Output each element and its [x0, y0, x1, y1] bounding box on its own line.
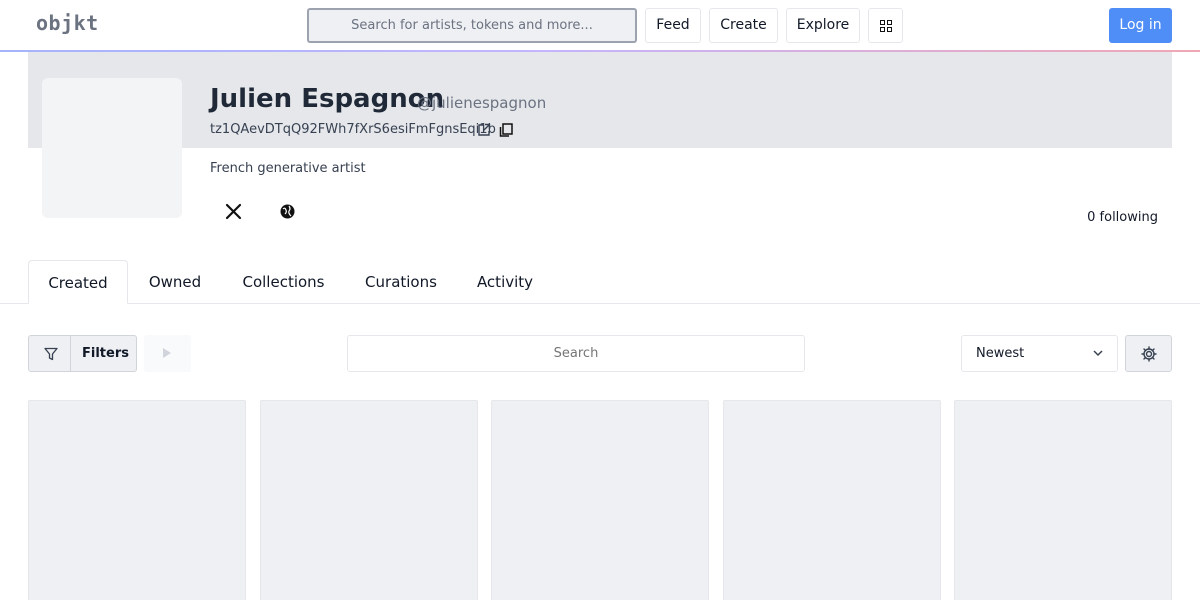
- token-card[interactable]: [491, 400, 709, 600]
- copy-icon[interactable]: [499, 123, 513, 137]
- wallet-address: tz1QAevDTqQ92FWh7fXrS6esiFmFgnsEqi1b: [210, 122, 496, 137]
- nav-explore-button[interactable]: Explore: [786, 8, 860, 43]
- profile-name: Julien Espagnon: [210, 84, 445, 114]
- tab-collections[interactable]: Collections: [228, 260, 339, 304]
- gear-icon: [1141, 346, 1157, 362]
- filters-button[interactable]: Filters: [28, 335, 137, 372]
- x-icon[interactable]: [225, 203, 242, 220]
- globe-icon[interactable]: [279, 203, 296, 220]
- play-icon: [163, 348, 171, 358]
- display-settings-button[interactable]: [1125, 335, 1172, 372]
- tokens-search-input[interactable]: [347, 335, 805, 372]
- chevron-down-icon: [1093, 350, 1103, 357]
- tab-curations[interactable]: Curations: [355, 260, 447, 304]
- nav-create-button[interactable]: Create: [709, 8, 778, 43]
- login-button[interactable]: Log in: [1109, 8, 1172, 43]
- filter-icon: [44, 347, 58, 361]
- profile-handle: @julienespagnon: [417, 94, 547, 112]
- nav-feed-button[interactable]: Feed: [645, 8, 701, 43]
- following-count[interactable]: 0 following: [1087, 210, 1158, 225]
- apps-grid-button[interactable]: [868, 8, 903, 43]
- profile-banner: [28, 52, 1172, 148]
- tab-activity[interactable]: Activity: [466, 260, 544, 304]
- token-card[interactable]: [260, 400, 478, 600]
- avatar: [42, 78, 182, 218]
- sort-selected-value: Newest: [976, 346, 1025, 361]
- filter-icon-container: [29, 336, 71, 371]
- play-button[interactable]: [144, 335, 191, 372]
- sort-select[interactable]: Newest: [961, 335, 1118, 372]
- external-link-icon[interactable]: [477, 123, 491, 137]
- global-search-input[interactable]: Search for artists, tokens and more...: [307, 8, 637, 43]
- tab-owned[interactable]: Owned: [137, 260, 213, 304]
- top-navbar: objkt Search for artists, tokens and mor…: [0, 0, 1200, 51]
- objkt-logo[interactable]: objkt: [36, 11, 99, 35]
- token-card[interactable]: [28, 400, 246, 600]
- filters-label: Filters: [82, 346, 129, 361]
- grid-icon: [880, 20, 893, 33]
- token-card[interactable]: [954, 400, 1172, 600]
- token-card[interactable]: [723, 400, 941, 600]
- tab-created[interactable]: Created: [28, 260, 128, 304]
- profile-bio: French generative artist: [210, 161, 366, 176]
